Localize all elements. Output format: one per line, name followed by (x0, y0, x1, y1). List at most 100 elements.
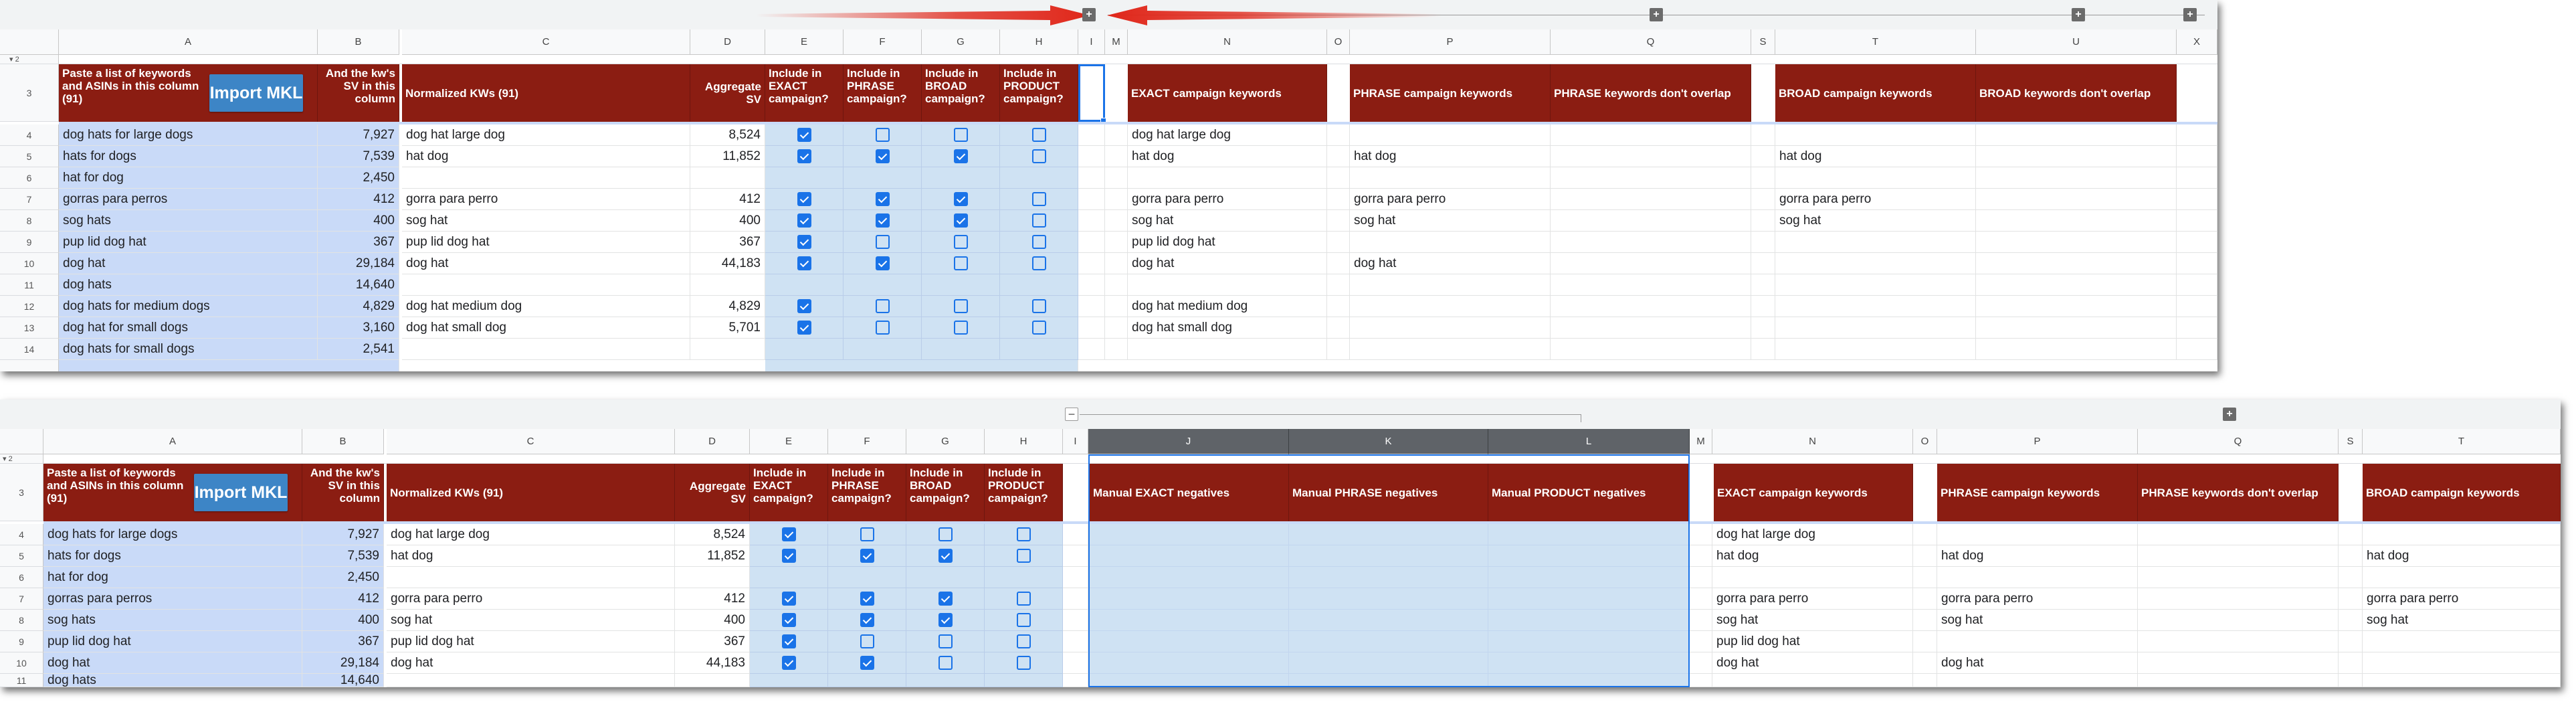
include-phrase-cell[interactable] (844, 210, 922, 232)
include-broad-cell[interactable] (922, 317, 1000, 339)
manual-phrase-negative-cell[interactable] (1289, 631, 1488, 652)
empty-cell[interactable] (2177, 253, 2217, 274)
broad-keyword-cell[interactable] (2363, 567, 2561, 588)
checkbox-checked-icon[interactable] (797, 321, 811, 335)
empty-cell[interactable] (1327, 146, 1350, 167)
sv-cell[interactable]: 4,829 (318, 296, 399, 317)
empty-cell[interactable] (1327, 189, 1350, 210)
include-broad-cell[interactable] (906, 610, 985, 631)
phrase-keyword-cell[interactable] (1350, 317, 1551, 339)
empty-cell[interactable] (1063, 652, 1088, 674)
expand-group-plus-icon[interactable]: + (1650, 8, 1663, 21)
normalized-kw-cell[interactable]: dog hat small dog (402, 317, 690, 339)
checkbox-checked-icon[interactable] (797, 213, 811, 228)
phrase-no-overlap-cell[interactable] (1551, 253, 1751, 274)
include-broad-cell[interactable] (922, 210, 1000, 232)
normalized-kw-cell[interactable]: dog hat medium dog (402, 296, 690, 317)
empty-cell[interactable] (1913, 674, 1937, 687)
exact-keyword-cell[interactable]: hat dog (1712, 545, 1913, 567)
empty-cell[interactable] (1751, 253, 1775, 274)
include-exact-cell[interactable] (765, 317, 844, 339)
manual-phrase-negative-cell[interactable] (1289, 567, 1488, 588)
exact-keyword-cell[interactable]: gorra para perro (1712, 588, 1913, 610)
empty-cell[interactable] (1751, 124, 1775, 146)
phrase-no-overlap-cell[interactable] (2138, 631, 2339, 652)
row-header[interactable]: 4 (0, 124, 59, 146)
normalized-kw-cell[interactable] (402, 339, 690, 360)
empty-cell[interactable] (1751, 167, 1775, 189)
sv-cell[interactable]: 29,184 (318, 253, 399, 274)
checkbox-unchecked-icon[interactable] (1016, 634, 1031, 648)
broad-keyword-cell[interactable] (2363, 674, 2561, 687)
include-broad-cell[interactable] (906, 652, 985, 674)
empty-cell[interactable] (1327, 167, 1350, 189)
sv-cell[interactable]: 29,184 (302, 652, 384, 674)
sv-cell[interactable]: 367 (318, 232, 399, 253)
broad-no-overlap-cell[interactable] (1976, 339, 2177, 360)
import-mkl-button[interactable]: Import MKL (209, 74, 303, 112)
phrase-no-overlap-cell[interactable] (1551, 232, 1751, 253)
checkbox-unchecked-icon[interactable] (953, 321, 968, 335)
empty-cell[interactable] (2177, 124, 2217, 146)
include-broad-cell[interactable] (906, 588, 985, 610)
manual-product-negative-cell[interactable] (1488, 588, 1690, 610)
empty-cell[interactable] (1078, 339, 1105, 360)
include-phrase-cell[interactable] (828, 674, 906, 687)
empty-cell[interactable] (1105, 146, 1128, 167)
column-header-o[interactable]: O (1327, 29, 1350, 55)
empty-cell[interactable] (2339, 545, 2363, 567)
empty-cell[interactable] (1690, 545, 1712, 567)
column-header-a[interactable]: A (43, 429, 302, 454)
empty-cell[interactable] (1078, 167, 1105, 189)
manual-phrase-negative-cell[interactable] (1289, 545, 1488, 567)
row-header[interactable]: 13 (0, 317, 59, 339)
manual-phrase-negative-cell[interactable] (1289, 610, 1488, 631)
broad-no-overlap-cell[interactable] (1976, 296, 2177, 317)
aggregate-sv-cell[interactable]: 400 (690, 210, 765, 232)
empty-cell[interactable] (1913, 588, 1937, 610)
exact-keyword-cell[interactable]: dog hat large dog (1712, 524, 1913, 545)
include-phrase-cell[interactable] (844, 232, 922, 253)
sv-cell[interactable]: 7,927 (318, 124, 399, 146)
include-phrase-cell[interactable] (828, 652, 906, 674)
column-header-o[interactable]: O (1913, 429, 1937, 454)
sv-cell[interactable]: 367 (302, 631, 384, 652)
normalized-kw-cell[interactable]: hat dog (387, 545, 675, 567)
aggregate-sv-cell[interactable]: 11,852 (675, 545, 750, 567)
exact-keyword-cell[interactable]: dog hat medium dog (1128, 296, 1327, 317)
row-header-2[interactable]: ▾ 2 (0, 454, 43, 464)
include-product-cell[interactable] (985, 588, 1063, 610)
column-header-e[interactable]: E (750, 429, 828, 454)
broad-keyword-cell[interactable]: hat dog (2363, 545, 2561, 567)
expand-group-plus-icon[interactable]: + (2223, 408, 2236, 421)
column-header-q[interactable]: Q (2138, 429, 2339, 454)
empty-cell[interactable] (2177, 210, 2217, 232)
sv-cell[interactable]: 14,640 (318, 274, 399, 296)
empty-cell[interactable] (1327, 296, 1350, 317)
include-phrase-cell[interactable] (828, 588, 906, 610)
checkbox-checked-icon[interactable] (797, 192, 811, 206)
broad-no-overlap-cell[interactable] (1976, 124, 2177, 146)
phrase-no-overlap-cell[interactable] (2138, 524, 2339, 545)
checkbox-checked-icon[interactable] (875, 213, 890, 228)
exact-keyword-cell[interactable]: sog hat (1712, 610, 1913, 631)
sv-cell[interactable]: 14,640 (302, 674, 384, 687)
broad-keyword-cell[interactable] (2363, 652, 2561, 674)
empty-cell[interactable] (1690, 588, 1712, 610)
row-header[interactable]: 6 (0, 167, 59, 189)
checkbox-unchecked-icon[interactable] (875, 128, 890, 142)
manual-product-negative-cell[interactable] (1488, 567, 1690, 588)
column-header-t[interactable]: T (1775, 29, 1976, 55)
row-header[interactable]: 9 (0, 232, 59, 253)
empty-cell[interactable] (1078, 274, 1105, 296)
column-header-b[interactable]: B (318, 29, 399, 55)
keyword-cell[interactable]: pup lid dog hat (43, 631, 302, 652)
phrase-keyword-cell[interactable]: hat dog (1937, 545, 2138, 567)
phrase-keyword-cell[interactable]: hat dog (1350, 146, 1551, 167)
manual-product-negative-cell[interactable] (1488, 524, 1690, 545)
include-product-cell[interactable] (985, 631, 1063, 652)
empty-cell[interactable] (1105, 274, 1128, 296)
empty-cell[interactable] (1327, 339, 1350, 360)
include-exact-cell[interactable] (750, 545, 828, 567)
column-header-p[interactable]: P (1937, 429, 2138, 454)
